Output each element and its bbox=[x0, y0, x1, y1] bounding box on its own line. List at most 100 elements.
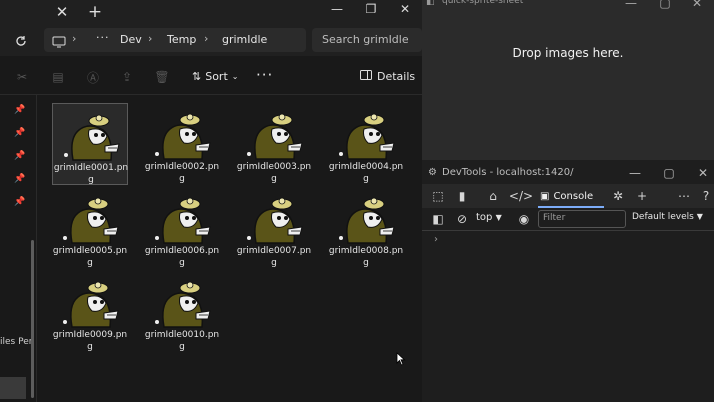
file-item[interactable]: grimIdle0006.png bbox=[144, 187, 220, 269]
more-options-button[interactable]: ··· bbox=[256, 66, 273, 84]
search-placeholder: Search grimIdle bbox=[322, 33, 409, 46]
pin-icon[interactable]: 📌 bbox=[14, 105, 25, 117]
file-name: grimIdle0009.png bbox=[52, 330, 128, 352]
breadcrumb-more[interactable]: ··· bbox=[96, 31, 110, 44]
log-levels-label: Default levels bbox=[632, 212, 694, 222]
address-bar: › ··· Dev › Temp › grimIdle Search grimI… bbox=[0, 24, 422, 56]
pin-icon[interactable]: 📌 bbox=[14, 128, 25, 140]
file-item[interactable]: grimIdle0008.png bbox=[328, 187, 404, 269]
file-name: grimIdle0010.png bbox=[144, 330, 220, 352]
file-name: grimIdle0004.png bbox=[328, 162, 404, 184]
file-item[interactable]: grimIdle0003.png bbox=[236, 103, 312, 185]
search-input[interactable]: Search grimIdle bbox=[312, 28, 422, 52]
delete-icon[interactable]: 🗑 bbox=[154, 69, 170, 85]
app-maximize-button[interactable]: ▢ bbox=[648, 0, 682, 12]
file-name: grimIdle0005.png bbox=[52, 246, 128, 268]
devtools-tabbar: ⬚ ▮ ⌂ </> ▣ Console ✲ + ⋯ ? bbox=[422, 184, 714, 208]
context-selector[interactable]: top ▼ bbox=[476, 212, 502, 223]
log-levels-dropdown[interactable]: Default levels ▼ bbox=[632, 212, 703, 222]
sprite-thumbnail bbox=[339, 113, 395, 160]
more-tools-icon[interactable]: ⋯ bbox=[676, 188, 692, 204]
eye-icon[interactable]: ◉ bbox=[516, 211, 532, 227]
tab-console[interactable]: ▣ Console bbox=[540, 187, 604, 205]
tab-console-label: Console bbox=[553, 190, 594, 202]
elements-icon[interactable]: </> bbox=[509, 188, 533, 204]
app-minimize-button[interactable]: — bbox=[614, 0, 648, 12]
sprite-thumbnail bbox=[64, 114, 120, 161]
device-toolbar-icon[interactable]: ▮ bbox=[454, 188, 470, 204]
explorer-titlebar: ✕ + — ❐ ✕ bbox=[0, 0, 422, 24]
breadcrumb-dev[interactable]: Dev bbox=[120, 33, 142, 46]
sprite-thumbnail bbox=[155, 281, 211, 328]
pin-icon[interactable]: 📌 bbox=[14, 174, 25, 186]
file-item[interactable]: grimIdle0004.png bbox=[328, 103, 404, 185]
add-tab-icon[interactable]: + bbox=[634, 188, 650, 204]
devtools-icon: ⚙ bbox=[428, 167, 437, 178]
details-pane-icon bbox=[360, 70, 372, 83]
inspect-element-icon[interactable]: ⬚ bbox=[430, 188, 446, 204]
sidebar-item-label[interactable]: iles Per bbox=[0, 337, 32, 347]
chevron-down-icon: ⌄ bbox=[231, 72, 239, 81]
sprite-thumbnail bbox=[63, 281, 119, 328]
sidebar-item-selected[interactable] bbox=[0, 377, 26, 399]
maximize-button[interactable]: ❐ bbox=[354, 0, 388, 18]
file-item[interactable]: grimIdle0001.png bbox=[52, 103, 128, 185]
app-title: quick-sprite-sheet bbox=[442, 0, 524, 6]
computer-icon bbox=[52, 33, 66, 52]
devtools-minimize-button[interactable]: — bbox=[618, 164, 652, 182]
devtools-maximize-button[interactable]: ▢ bbox=[652, 164, 686, 182]
sort-icon: ⇅ bbox=[192, 70, 202, 83]
console-icon: ▣ bbox=[540, 190, 550, 202]
file-name: grimIdle0007.png bbox=[236, 246, 312, 268]
file-item[interactable]: grimIdle0010.png bbox=[144, 271, 220, 353]
sprite-thumbnail bbox=[247, 113, 303, 160]
app-close-button[interactable]: ✕ bbox=[680, 0, 714, 12]
filter-input[interactable]: Filter bbox=[538, 210, 626, 228]
sidebar-scrollbar[interactable] bbox=[31, 240, 34, 398]
clear-console-icon[interactable]: ⊘ bbox=[454, 211, 470, 227]
devtools-window: ⚙ DevTools - localhost:1420/ — ▢ ✕ ⬚ ▮ ⌂… bbox=[422, 160, 714, 402]
file-item[interactable]: grimIdle0009.png bbox=[52, 271, 128, 353]
navigation-pane: 📌 📌 📌 📌 📌 iles Per bbox=[0, 95, 37, 402]
file-explorer-window: ✕ + — ❐ ✕ › ··· Dev › Temp › grimIdle Se… bbox=[0, 0, 422, 402]
help-icon[interactable]: ? bbox=[698, 188, 714, 204]
file-name: grimIdle0002.png bbox=[144, 162, 220, 184]
chevron-right-icon: › bbox=[204, 32, 209, 45]
file-item[interactable]: grimIdle0002.png bbox=[144, 103, 220, 185]
breadcrumb-temp[interactable]: Temp bbox=[167, 33, 196, 46]
filter-placeholder: Filter bbox=[543, 213, 566, 223]
file-item[interactable]: grimIdle0005.png bbox=[52, 187, 128, 269]
close-tab-button[interactable]: ✕ bbox=[51, 2, 73, 22]
drop-zone-text[interactable]: Drop images here. bbox=[422, 46, 714, 60]
sprite-sheet-app-window: quick-sprite-sheet ◧ — ▢ ✕ Drop images h… bbox=[422, 0, 714, 160]
pin-icon[interactable]: 📌 bbox=[14, 197, 25, 209]
sort-button[interactable]: ⇅ Sort ⌄ bbox=[192, 70, 238, 83]
details-button[interactable]: Details bbox=[360, 70, 415, 83]
devtools-close-button[interactable]: ✕ bbox=[686, 164, 714, 182]
context-label: top bbox=[476, 212, 493, 223]
bug-icon[interactable]: ✲ bbox=[610, 188, 626, 204]
sprite-thumbnail bbox=[247, 197, 303, 244]
cut-icon[interactable]: ✂ bbox=[14, 69, 30, 85]
sidebar-toggle-icon[interactable]: ◧ bbox=[430, 211, 446, 227]
minimize-button[interactable]: — bbox=[320, 0, 354, 18]
close-window-button[interactable]: ✕ bbox=[388, 0, 422, 18]
new-tab-button[interactable]: + bbox=[84, 2, 106, 22]
details-label: Details bbox=[377, 70, 416, 83]
dropdown-arrow-icon: ▼ bbox=[696, 212, 703, 221]
file-item[interactable]: grimIdle0007.png bbox=[236, 187, 312, 269]
devtools-titlebar: ⚙ DevTools - localhost:1420/ — ▢ ✕ bbox=[422, 164, 714, 184]
breadcrumb-grimidle[interactable]: grimIdle bbox=[222, 33, 267, 46]
rename-icon[interactable]: Ⓐ bbox=[85, 69, 101, 85]
console-prompt[interactable]: › bbox=[434, 234, 438, 245]
home-icon[interactable]: ⌂ bbox=[485, 188, 501, 204]
pin-icon[interactable]: 📌 bbox=[14, 151, 25, 163]
mouse-cursor bbox=[396, 352, 406, 366]
app-icon: ◧ bbox=[426, 0, 435, 7]
breadcrumb[interactable]: › ··· Dev › Temp › grimIdle bbox=[44, 28, 306, 52]
console-toolbar: ◧ ⊘ top ▼ ◉ Filter Default levels ▼ bbox=[422, 208, 714, 231]
share-icon[interactable]: ⇪ bbox=[119, 69, 135, 85]
dropdown-arrow-icon: ▼ bbox=[495, 213, 502, 222]
refresh-icon[interactable] bbox=[12, 32, 30, 50]
paste-icon[interactable]: ▤ bbox=[50, 69, 66, 85]
